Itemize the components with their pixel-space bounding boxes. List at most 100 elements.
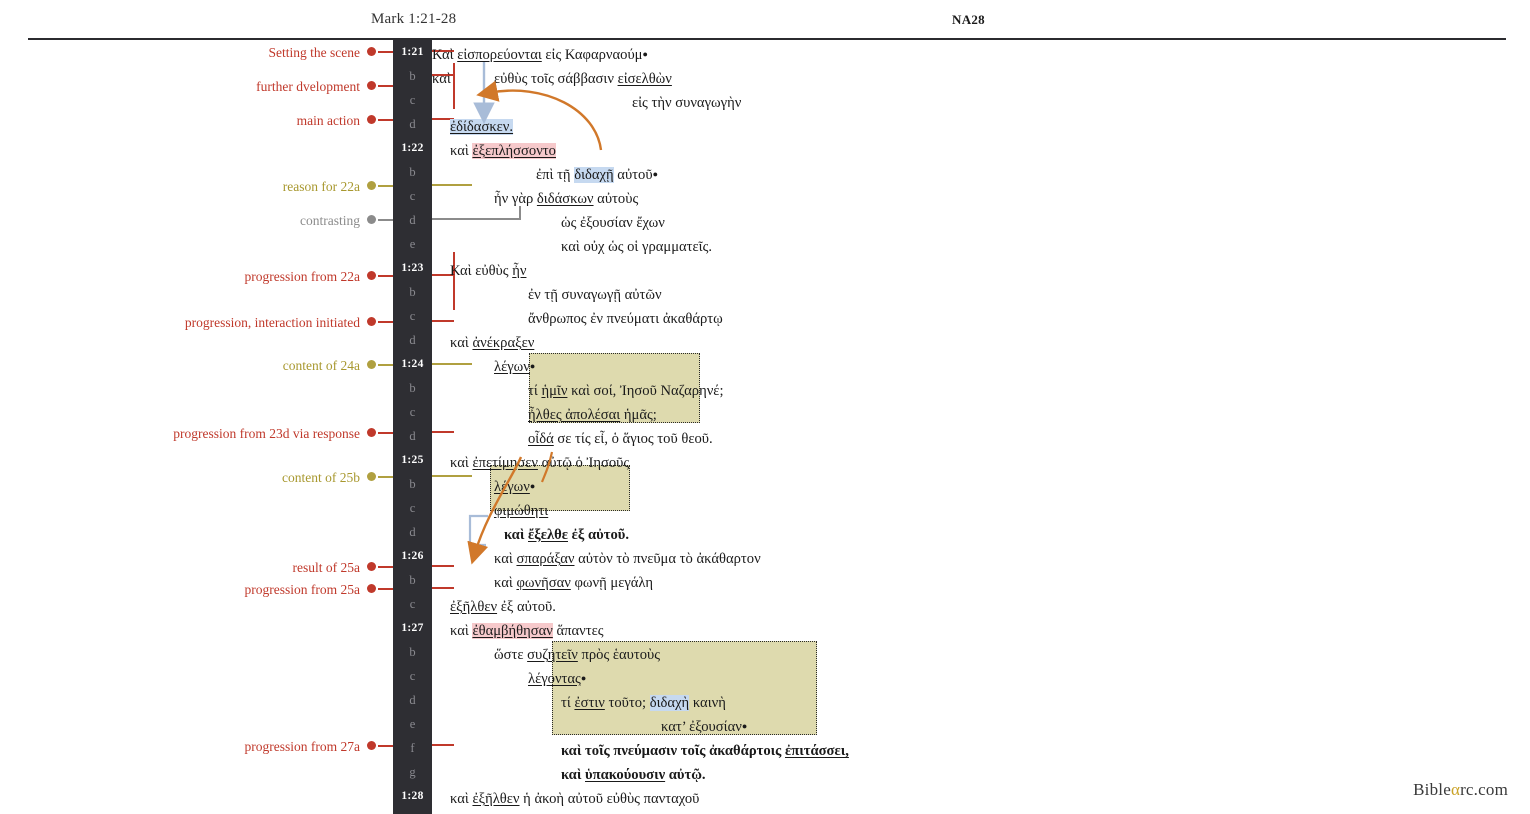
scripture-line[interactable]: ὡς ἐξουσίαν ἔχων — [561, 211, 665, 235]
scripture-line[interactable]: ἐδίδασκεν. — [450, 115, 514, 139]
verse-ref-d[interactable]: d — [393, 328, 432, 352]
annotation-dot-icon — [367, 115, 376, 125]
verse-ref-c[interactable]: c — [393, 496, 432, 520]
scripture-line[interactable]: τί ἐστιν τοῦτο; διδαχὴ καινὴ — [561, 691, 726, 715]
scripture-line[interactable]: καὶ τοῖς πνεύμασιν τοῖς ἀκαθάρτοις ἐπιτά… — [561, 739, 849, 763]
annotation-dot-icon — [367, 584, 376, 594]
annotation-label[interactable]: content of 25b — [0, 465, 376, 489]
verse-ref-e[interactable]: e — [393, 232, 432, 256]
scripture-line[interactable]: οἶδά σε τίς εἶ, ὁ ἅγιος τοῦ θεοῦ. — [528, 427, 713, 451]
biblearc-logo[interactable]: Bibleαrc.com — [1413, 780, 1508, 800]
scripture-line[interactable]: καὶ ἐθαμβήθησαν ἅπαντες — [450, 619, 604, 643]
scripture-line[interactable]: καὶ οὐχ ὡς οἱ γραμματεῖς. — [561, 235, 712, 259]
scripture-line[interactable]: Καὶ εἰσπορεύονται εἰς Καφαρναούμ● — [432, 43, 648, 67]
annotation-connector-line — [378, 85, 393, 87]
annotation-label[interactable]: progression from 25a — [0, 577, 376, 601]
scripture-line[interactable]: τί ἡμῖν καὶ σοί, Ἰησοῦ Ναζαρηνέ; — [528, 379, 724, 403]
annotation-connector-line — [378, 566, 393, 568]
annotation-label[interactable]: main action — [0, 108, 376, 132]
verse-ref-1-24[interactable]: 1:24 — [393, 352, 432, 376]
annotation-dot-icon — [367, 47, 376, 57]
verse-ref-d[interactable]: d — [393, 424, 432, 448]
verse-ref-b[interactable]: b — [393, 376, 432, 400]
annotation-label[interactable]: further dvelopment — [0, 74, 376, 98]
verse-ref-d[interactable]: d — [393, 112, 432, 136]
bible-version-label: NA28 — [952, 12, 985, 27]
verse-ref-1-28[interactable]: 1:28 — [393, 784, 432, 808]
verse-ref-1-26[interactable]: 1:26 — [393, 544, 432, 568]
verse-ref-1-21[interactable]: 1:21 — [393, 40, 432, 64]
verse-ref-c[interactable]: c — [393, 592, 432, 616]
verse-ref-d[interactable]: d — [393, 520, 432, 544]
verse-ref-b[interactable]: b — [393, 64, 432, 88]
scripture-line[interactable]: εὐθὺς τοῖς σάββασιν εἰσελθὼν — [494, 67, 672, 91]
annotation-label[interactable]: content of 24a — [0, 353, 376, 377]
scripture-line[interactable]: λέγοντας● — [528, 667, 586, 691]
scripture-line[interactable]: κατ’ ἐξουσίαν● — [661, 715, 747, 739]
annotation-connector-line — [378, 51, 393, 53]
scripture-line[interactable]: καὶ ἐπετίμησεν αὐτῷ ὁ Ἰησοῦς — [450, 451, 629, 475]
verse-ref-g[interactable]: g — [393, 760, 432, 784]
greek-text-body: Καὶ εἰσπορεύονται εἰς Καφαρναούμ● καὶ εὐθὺ… — [432, 40, 1530, 814]
annotation-label[interactable]: progression from 27a — [0, 734, 376, 758]
annotation-label-text: result of 25a — [292, 559, 360, 575]
annotation-label[interactable]: progression, interaction initiated — [0, 310, 376, 334]
verse-ref-c[interactable]: c — [393, 184, 432, 208]
scripture-line[interactable]: καὶ σπαράξαν αὐτὸν τὸ πνεῦμα τὸ ἀκάθαρτο… — [494, 547, 761, 571]
scripture-line[interactable]: λέγων● — [494, 355, 535, 379]
annotation-label[interactable]: Setting the scene — [0, 40, 376, 64]
annotation-label-text: progression from 23d via response — [173, 425, 360, 441]
scripture-line[interactable]: ἦλθες ἀπολέσαι ἡμᾶς; — [528, 403, 657, 427]
verse-ref-f[interactable]: f — [393, 736, 432, 760]
scripture-line[interactable]: καὶ ὑπακούουσιν αὐτῷ. — [561, 763, 706, 787]
annotation-dot-icon — [367, 271, 376, 281]
scripture-line[interactable]: καὶ ἔξελθε ἐξ αὐτοῦ. — [504, 523, 629, 547]
scripture-line[interactable]: ἐξῆλθεν ἐξ αὐτοῦ. — [450, 595, 556, 619]
scripture-line[interactable]: ἐν τῇ συναγωγῇ αὐτῶν — [528, 283, 662, 307]
scripture-line[interactable]: καὶ — [432, 67, 451, 91]
scripture-line[interactable]: καὶ ἐξῆλθεν ἡ ἀκοὴ αὐτοῦ εὐθὺς πανταχοῦ — [450, 787, 699, 811]
annotation-dot-icon — [367, 215, 376, 225]
scripture-line[interactable]: ἐπὶ τῇ διδαχῇ αὐτοῦ● — [536, 163, 658, 187]
verse-ref-d[interactable]: d — [393, 208, 432, 232]
scripture-line[interactable]: καὶ ἀνέκραξεν — [450, 331, 534, 355]
scripture-line[interactable]: Καὶ εὐθὺς ἦν — [450, 259, 526, 283]
scripture-line[interactable]: λέγων● — [494, 475, 535, 499]
verse-ref-1-23[interactable]: 1:23 — [393, 256, 432, 280]
annotation-label[interactable]: progression from 22a — [0, 264, 376, 288]
verse-ref-d[interactable]: d — [393, 688, 432, 712]
annotation-label[interactable]: result of 25a — [0, 555, 376, 579]
verse-ref-1-27[interactable]: 1:27 — [393, 616, 432, 640]
verse-ref-c[interactable]: c — [393, 664, 432, 688]
scripture-line[interactable]: ἄνθρωπος ἐν πνεύματι ἀκαθάρτῳ — [528, 307, 723, 331]
annotation-label-text: content of 25b — [282, 469, 360, 485]
verse-ref-c[interactable]: c — [393, 88, 432, 112]
annotation-connector-line — [378, 745, 393, 747]
verse-ref-b[interactable]: b — [393, 640, 432, 664]
verse-ref-e[interactable]: e — [393, 712, 432, 736]
annotation-dot-icon — [367, 428, 376, 438]
annotation-connector-line — [378, 275, 393, 277]
verse-ref-1-25[interactable]: 1:25 — [393, 448, 432, 472]
scripture-line[interactable]: ἦν γὰρ διδάσκων αὐτοὺς — [494, 187, 638, 211]
annotation-label-text: progression from 27a — [244, 738, 360, 754]
verse-ref-c[interactable]: c — [393, 400, 432, 424]
verse-ref-c[interactable]: c — [393, 304, 432, 328]
verse-ref-b[interactable]: b — [393, 472, 432, 496]
annotation-label[interactable]: contrasting — [0, 208, 376, 232]
scripture-line[interactable]: καὶ φωνῆσαν φωνῇ μεγάλη — [494, 571, 653, 595]
annotation-label[interactable]: progression from 23d via response — [0, 421, 376, 445]
verse-ref-b[interactable]: b — [393, 160, 432, 184]
verse-reference-rail: 1:21 b c d 1:22 b c d e 1:23 b c d 1:24 b c d 1:25 b c d 1:26… — [393, 40, 432, 814]
verse-ref-b[interactable]: b — [393, 280, 432, 304]
verse-ref-1-22[interactable]: 1:22 — [393, 136, 432, 160]
scripture-line[interactable]: φιμώθητι — [494, 499, 548, 523]
annotation-label[interactable]: reason for 22a — [0, 174, 376, 198]
logo-pre: Bible — [1413, 780, 1451, 799]
scripture-line[interactable]: καὶ ἐξεπλήσσοντο — [450, 139, 556, 163]
scripture-line[interactable]: ὥστε συζητεῖν πρὸς ἑαυτοὺς — [494, 643, 660, 667]
page-title: Mark 1:21-28 — [371, 11, 457, 27]
scripture-line[interactable]: εἰς τὴν συναγωγὴν — [632, 91, 741, 115]
annotation-label-text: Setting the scene — [268, 44, 360, 60]
verse-ref-b[interactable]: b — [393, 568, 432, 592]
